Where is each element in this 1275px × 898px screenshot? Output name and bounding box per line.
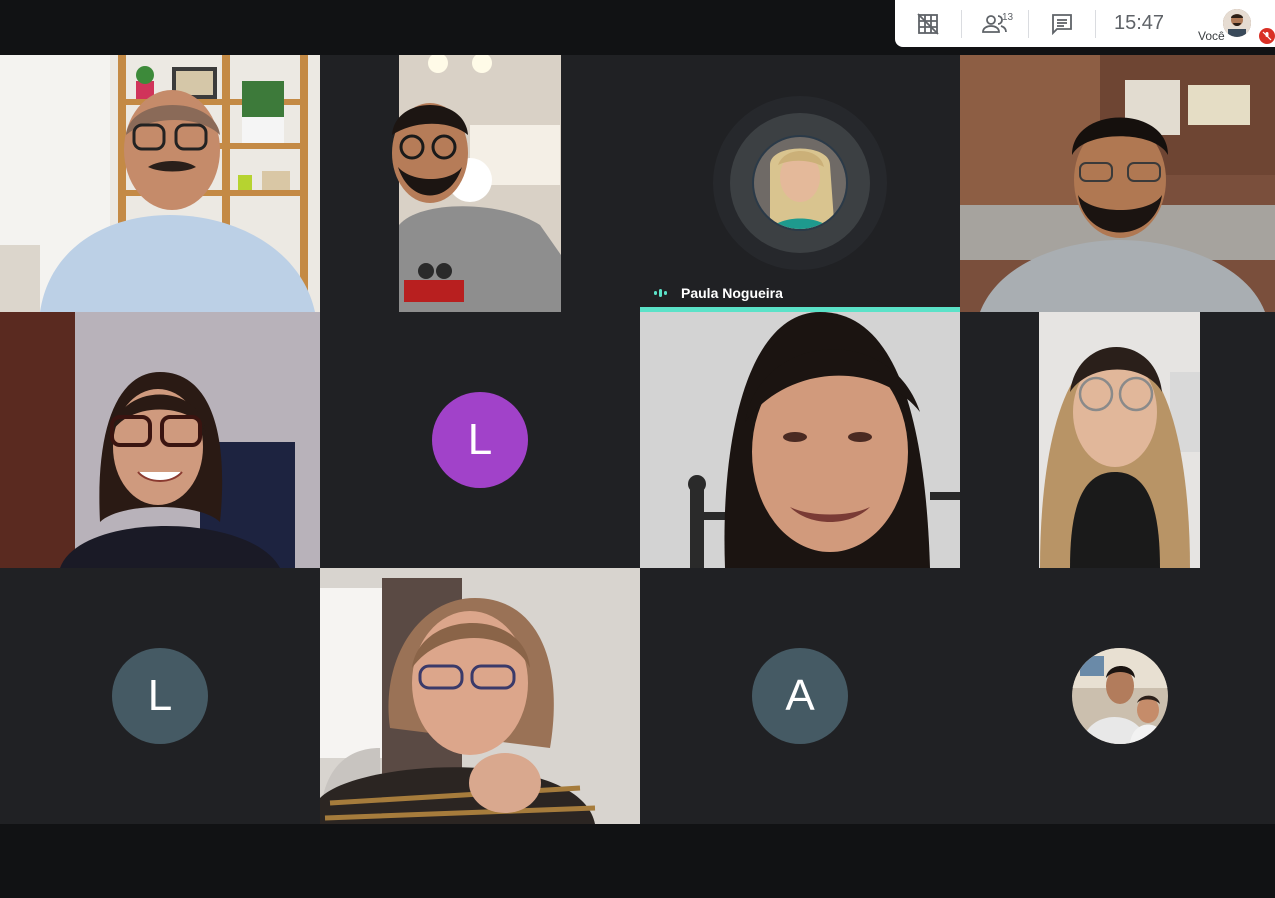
- participant-video: [0, 312, 320, 568]
- avatar-initial: L: [467, 415, 493, 464]
- participant-count: 13: [1002, 12, 1014, 23]
- avatar: L: [432, 392, 528, 488]
- chat-button[interactable]: [1029, 0, 1095, 47]
- self-view[interactable]: Você: [1195, 0, 1275, 47]
- participant-video: [960, 55, 1275, 312]
- avatar-initial: A: [785, 671, 815, 720]
- meeting-toolbar: 13 15:47 Você: [895, 0, 1275, 47]
- avatar: A: [752, 648, 848, 744]
- speaker-name: Paula Nogueira: [681, 285, 783, 301]
- participant-video: [960, 312, 1275, 568]
- avatar: [1072, 648, 1168, 744]
- avatar: L: [112, 648, 208, 744]
- avatar-initial: L: [147, 671, 173, 720]
- avatar: [1223, 9, 1251, 37]
- bottom-bar: [0, 824, 1275, 898]
- participant-tile: A: [640, 568, 960, 824]
- audio-level-icon: [654, 289, 667, 297]
- participant-video: [320, 55, 640, 312]
- participant-tile: L: [320, 312, 640, 568]
- participant-video: [640, 312, 960, 568]
- chat-icon: [1052, 13, 1072, 35]
- participant-tile: L: [0, 568, 320, 824]
- people-button[interactable]: 13: [962, 0, 1028, 47]
- participant-tile: [960, 568, 1275, 824]
- mic-off-icon: [1259, 28, 1275, 44]
- active-speaker-label: Paula Nogueira: [640, 279, 960, 307]
- participant-video: [320, 568, 640, 824]
- participant-audio-tile: [640, 55, 960, 312]
- grid-off-icon: [917, 12, 939, 35]
- self-label: Você: [1198, 29, 1225, 43]
- grid-layout-button[interactable]: [895, 0, 961, 47]
- participant-video: [0, 55, 320, 312]
- clock: 15:47: [1113, 12, 1165, 34]
